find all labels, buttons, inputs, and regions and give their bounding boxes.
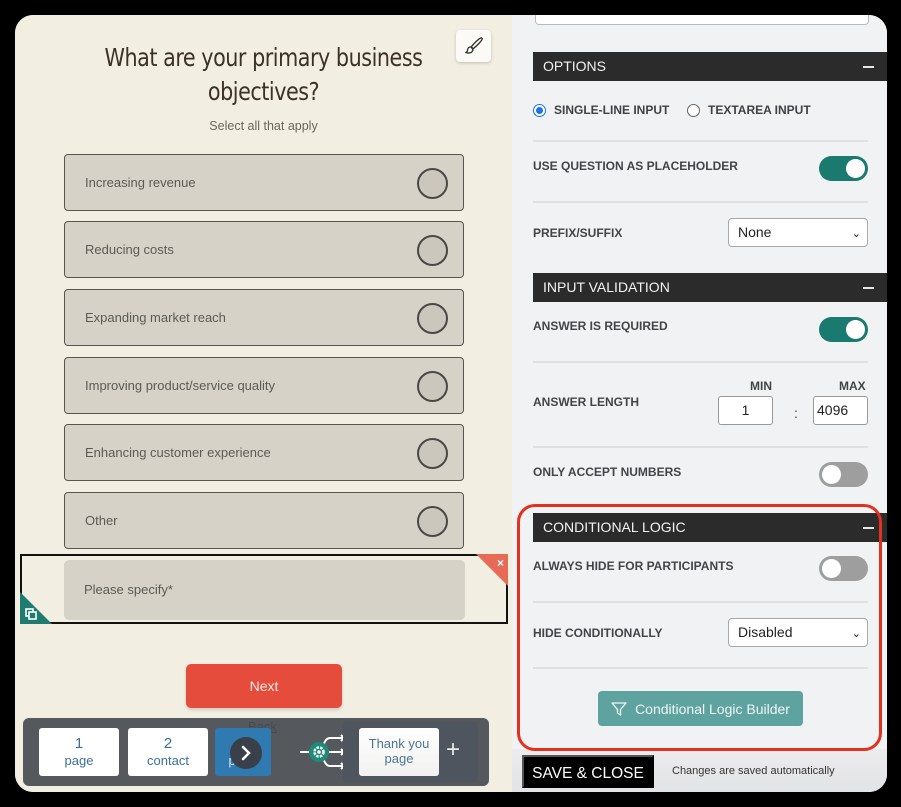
thank-you-page-tab[interactable]: Thank you page bbox=[359, 728, 439, 776]
radio-unselected-icon[interactable] bbox=[687, 103, 700, 117]
hide-conditionally-label: HIDE CONDITIONALLY bbox=[533, 626, 663, 640]
choice-label: Reducing costs bbox=[85, 242, 174, 257]
divider bbox=[533, 201, 868, 203]
hide-conditionally-select[interactable]: Disabled ⌄ bbox=[728, 618, 868, 647]
use-question-placeholder-toggle[interactable] bbox=[819, 156, 868, 181]
input-validation-section-header[interactable]: INPUT VALIDATION bbox=[533, 273, 887, 302]
range-separator: : bbox=[794, 405, 798, 421]
question-subtitle: Select all that apply bbox=[209, 119, 318, 133]
radio-label: SINGLE-LINE INPUT bbox=[554, 103, 670, 117]
page-number: 1 bbox=[74, 735, 84, 752]
page-tab-1[interactable]: 1 page bbox=[39, 728, 119, 776]
options-section-header[interactable]: OPTIONS bbox=[533, 52, 887, 81]
choice-radio[interactable] bbox=[417, 438, 448, 469]
always-hide-label: ALWAYS HIDE FOR PARTICIPANTS bbox=[533, 559, 734, 573]
prefix-suffix-label: PREFIX/SUFFIX bbox=[533, 226, 623, 240]
page-number: 2 bbox=[163, 735, 173, 752]
only-numbers-label: ONLY ACCEPT NUMBERS bbox=[533, 465, 682, 479]
answer-required-label: ANSWER IS REQUIRED bbox=[533, 319, 668, 333]
max-length-input[interactable]: 4096 bbox=[813, 396, 868, 425]
divider bbox=[533, 361, 868, 363]
min-length-input[interactable]: 1 bbox=[718, 396, 773, 425]
please-specify-placeholder: Please specify* bbox=[84, 582, 173, 597]
please-specify-input[interactable]: Please specify* bbox=[64, 560, 465, 620]
add-page-button[interactable]: + bbox=[446, 736, 460, 764]
divider bbox=[533, 601, 868, 603]
choice-option[interactable]: Improving product/service quality bbox=[64, 357, 464, 414]
question-title: What are your primary business objective… bbox=[104, 43, 423, 106]
choice-radio[interactable] bbox=[417, 303, 448, 334]
question-settings-panel: OPTIONS SINGLE-LINE INPUT TEXTAREA INPUT… bbox=[512, 15, 887, 792]
choice-radio[interactable] bbox=[417, 371, 448, 402]
max-label: MAX bbox=[839, 379, 866, 393]
choice-label: Improving product/service quality bbox=[85, 378, 276, 393]
choice-option[interactable]: Expanding market reach bbox=[64, 289, 464, 346]
choice-option[interactable]: Reducing costs bbox=[64, 221, 464, 278]
conditional-logic-builder-button[interactable]: Conditional Logic Builder bbox=[598, 691, 803, 726]
page-navigator: 1 page 2 contact 3 page bbox=[23, 718, 489, 786]
min-label: MIN bbox=[750, 379, 772, 393]
section-title: INPUT VALIDATION bbox=[543, 279, 670, 295]
single-line-input-radio[interactable]: SINGLE-LINE INPUT bbox=[533, 103, 669, 117]
page-name: page bbox=[64, 753, 94, 768]
toggle-knob bbox=[822, 559, 841, 578]
prefix-suffix-select[interactable]: None ⌄ bbox=[728, 218, 868, 247]
section-title: CONDITIONAL LOGIC bbox=[543, 519, 686, 535]
choice-label: Increasing revenue bbox=[85, 175, 196, 190]
page-name: contact bbox=[147, 753, 189, 768]
radio-selected-icon[interactable] bbox=[533, 103, 546, 117]
always-hide-toggle[interactable] bbox=[819, 556, 868, 581]
divider bbox=[533, 140, 868, 142]
choice-label: Enhancing customer experience bbox=[85, 445, 271, 460]
save-close-button[interactable]: SAVE & CLOSE bbox=[522, 755, 654, 788]
page-tab-2[interactable]: 2 contact bbox=[128, 728, 208, 776]
collapse-icon[interactable] bbox=[863, 287, 874, 289]
textarea-input-radio[interactable]: TEXTAREA INPUT bbox=[687, 103, 811, 117]
use-question-placeholder-label: USE QUESTION AS PLACEHOLDER bbox=[533, 159, 738, 173]
answer-length-label: ANSWER LENGTH bbox=[533, 395, 639, 409]
divider bbox=[533, 667, 868, 669]
conditional-logic-section-header[interactable]: CONDITIONAL LOGIC bbox=[533, 513, 887, 542]
paintbrush-icon bbox=[464, 37, 483, 54]
select-value: None bbox=[738, 224, 772, 240]
choice-option[interactable]: Increasing revenue bbox=[64, 154, 464, 211]
autosave-note: Changes are saved automatically bbox=[672, 765, 835, 777]
divider bbox=[533, 446, 868, 448]
radio-label: TEXTAREA INPUT bbox=[708, 103, 811, 117]
close-icon[interactable]: × bbox=[497, 556, 504, 570]
choice-label: Expanding market reach bbox=[85, 310, 226, 325]
question-text-input[interactable] bbox=[535, 15, 869, 25]
toggle-knob bbox=[846, 320, 865, 339]
app-frame: What are your primary business objective… bbox=[15, 15, 887, 792]
survey-preview: What are your primary business objective… bbox=[15, 15, 512, 792]
toggle-knob bbox=[846, 159, 865, 178]
chevron-down-icon: ⌄ bbox=[851, 228, 861, 240]
toggle-knob bbox=[822, 465, 841, 484]
chevron-down-icon: ⌄ bbox=[851, 628, 861, 640]
button-label: Conditional Logic Builder bbox=[635, 700, 790, 717]
next-button[interactable]: Next bbox=[186, 664, 342, 708]
next-page-nav-button[interactable] bbox=[230, 737, 262, 769]
collapse-icon[interactable] bbox=[863, 527, 874, 529]
choice-radio[interactable] bbox=[417, 168, 448, 199]
chevron-right-icon bbox=[241, 745, 251, 761]
choice-option[interactable]: Other bbox=[64, 492, 464, 549]
only-numbers-toggle[interactable] bbox=[819, 462, 868, 487]
thank-you-section: Thank you page + bbox=[343, 722, 478, 782]
theme-style-button[interactable] bbox=[456, 30, 491, 62]
choice-label: Other bbox=[85, 513, 118, 528]
section-title: OPTIONS bbox=[543, 58, 607, 74]
answer-required-toggle[interactable] bbox=[819, 317, 868, 342]
choice-radio[interactable] bbox=[417, 235, 448, 266]
filter-icon bbox=[611, 701, 627, 716]
select-value: Disabled bbox=[738, 624, 793, 640]
collapse-icon[interactable] bbox=[863, 66, 874, 68]
duplicate-icon[interactable] bbox=[25, 608, 37, 620]
choice-radio[interactable] bbox=[417, 506, 448, 537]
choice-option[interactable]: Enhancing customer experience bbox=[64, 424, 464, 481]
selected-question-block[interactable]: Please specify* × bbox=[20, 554, 508, 624]
